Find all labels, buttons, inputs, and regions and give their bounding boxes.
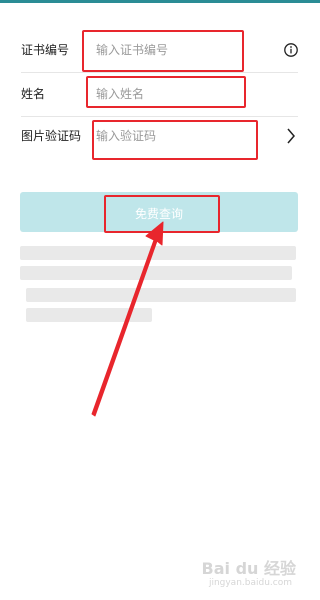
baidu-jingyan-domain: jingyan.baidu.com bbox=[208, 578, 292, 588]
annotation-box-certificate-input bbox=[82, 30, 244, 72]
certificate-number-label: 证书编号 bbox=[21, 43, 70, 57]
name-label: 姓名 bbox=[21, 87, 46, 101]
chevron-right-icon[interactable] bbox=[286, 128, 296, 144]
baidu-jingyan-watermark: Bai du 经验 bbox=[201, 559, 296, 578]
annotation-box-captcha-input bbox=[92, 120, 258, 160]
annotation-box-query-button bbox=[104, 195, 220, 233]
info-circle-icon[interactable] bbox=[284, 43, 298, 57]
annotation-box-name-input bbox=[86, 76, 246, 108]
captcha-label: 图片验证码 bbox=[21, 129, 82, 143]
top-accent-bar bbox=[0, 0, 320, 3]
